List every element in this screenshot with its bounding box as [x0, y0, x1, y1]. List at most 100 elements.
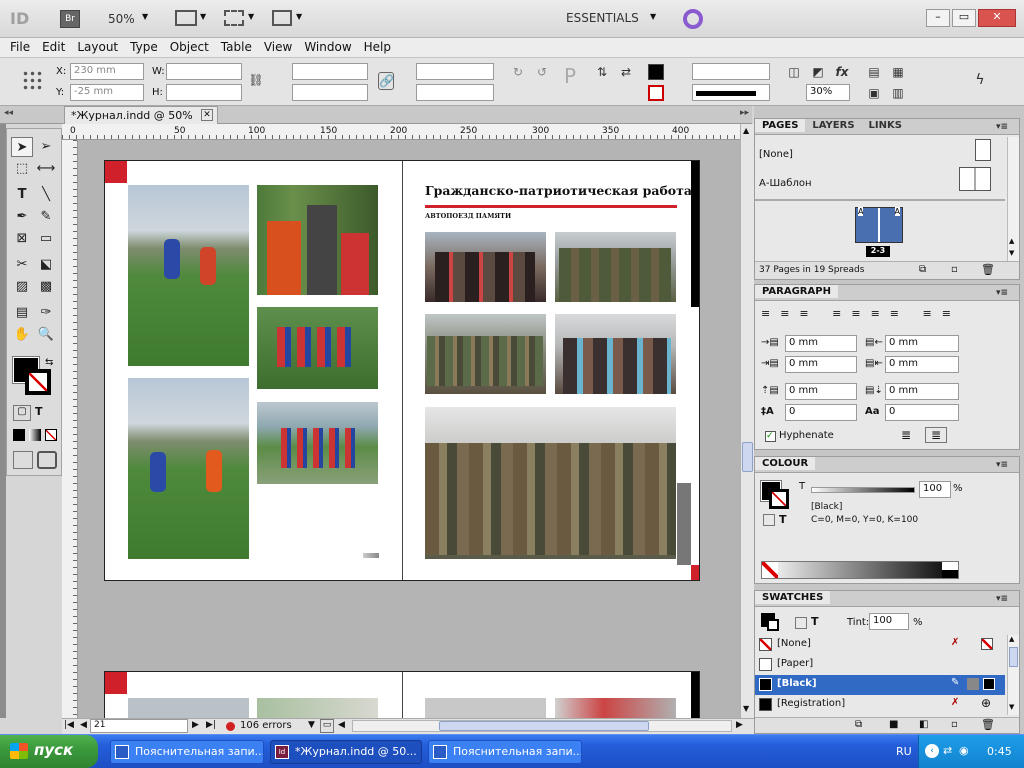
network-icon[interactable]: ⇄ [943, 744, 952, 757]
scroll-left-icon[interactable]: ◀ [338, 720, 345, 730]
tab-links[interactable]: LINKS [862, 119, 909, 132]
photo-football-1[interactable] [128, 185, 249, 366]
note-tool-icon[interactable]: ▤ [11, 303, 33, 323]
spread[interactable]: Гражданско-патриотическая работа АВТОПОЕ… [104, 160, 700, 581]
rotate-cw-icon[interactable]: ↻ [510, 64, 526, 80]
page-tool-icon[interactable]: ⬚ [11, 159, 33, 179]
bridge-button[interactable]: Br [60, 10, 80, 28]
scissors-tool-icon[interactable]: ✂ [11, 255, 33, 275]
eyedropper-tool-icon[interactable]: ✑ [35, 303, 57, 323]
scroll-up-icon[interactable]: ▲ [1009, 635, 1014, 643]
preview-mode-icon[interactable] [37, 451, 57, 469]
pen-tool-icon[interactable]: ✒ [11, 207, 33, 227]
security-icon[interactable]: ◉ [959, 744, 969, 757]
drop-shadow-icon[interactable]: ◫ [786, 64, 802, 80]
scroll-thumb[interactable] [742, 442, 753, 472]
chevron-down-icon[interactable]: ▼ [142, 12, 148, 21]
photo-crowd-2[interactable] [555, 314, 676, 394]
master-none[interactable]: [None] [759, 149, 793, 160]
photo-next-4[interactable] [555, 698, 676, 718]
colour-tint-field[interactable]: 100 [919, 481, 951, 498]
h-field[interactable] [166, 84, 242, 101]
zoom-level[interactable]: 50% [108, 12, 135, 26]
tab-colour[interactable]: COLOUR [755, 457, 816, 470]
w-field[interactable] [166, 63, 242, 80]
flip-horizontal-icon[interactable]: ⇅ [594, 64, 610, 80]
rotate-ccw-icon[interactable]: ↺ [534, 64, 550, 80]
drop-cap-chars-field[interactable]: 0 [885, 404, 959, 421]
open-folder-icon[interactable]: ▭ [320, 719, 334, 733]
left-indent-field[interactable]: 0 mm [785, 335, 857, 352]
scroll-down-icon[interactable]: ▼ [1009, 703, 1014, 711]
swatch-row-registration[interactable]: [Registration] ✗ ⊕ [755, 695, 1005, 715]
no-baseline-grid-icon[interactable]: ≣ [901, 428, 911, 442]
formatting-container-icon[interactable]: ▢ [13, 405, 31, 421]
new-swatch-icon[interactable]: ▫ [951, 719, 958, 730]
menu-type[interactable]: Type [124, 38, 164, 56]
clock[interactable]: 0:45 [987, 745, 1012, 758]
p-icon[interactable]: P [558, 66, 582, 92]
photo-football-2[interactable] [128, 378, 249, 559]
workspace-switcher[interactable]: ESSENTIALS [566, 11, 639, 25]
alignment-buttons[interactable]: ≡≡≡ ≡≡≡≡ ≡≡ [761, 307, 981, 323]
colour-stroke-box[interactable] [769, 489, 789, 509]
x-field[interactable]: 230 mm [70, 63, 144, 80]
tray-expand-icon[interactable]: ‹ [925, 744, 939, 758]
scroll-right-icon[interactable]: ▶ [736, 720, 743, 730]
last-line-indent-field[interactable]: 0 mm [885, 356, 959, 373]
view-options-icon[interactable] [175, 10, 197, 26]
menu-window[interactable]: Window [298, 38, 357, 56]
photo-next-1[interactable] [128, 698, 249, 718]
first-page-icon[interactable]: |◀ [64, 720, 74, 730]
new-page-icon[interactable]: ▫ [951, 264, 958, 275]
flip-vertical-icon[interactable]: ⇄ [618, 64, 634, 80]
restore-button[interactable]: ▭ [952, 9, 976, 27]
language-indicator[interactable]: RU [896, 745, 912, 758]
constrain-proportions-icon[interactable]: ⛓ [248, 72, 264, 88]
gradient-tool-icon[interactable]: ▨ [11, 277, 33, 297]
menu-view[interactable]: View [258, 38, 298, 56]
rectangle-frame-tool-icon[interactable]: ⊠ [11, 229, 33, 249]
text-wrap-icon[interactable]: ▤ [866, 64, 882, 80]
article-subheading[interactable]: АВТОПОЕЗД ПАМЯТИ [425, 212, 511, 220]
stroke-swatch[interactable] [648, 85, 664, 101]
last-page-icon[interactable]: ▶| [206, 720, 216, 730]
minimize-button[interactable]: – [926, 9, 950, 27]
effects-icon[interactable]: fx [834, 64, 850, 80]
chevron-down-icon[interactable]: ▼ [308, 720, 315, 730]
reference-point-icon[interactable] [22, 70, 44, 92]
tab-pages[interactable]: PAGES [755, 119, 806, 132]
hand-tool-icon[interactable]: ✋ [11, 325, 33, 345]
panel-menu-icon[interactable]: ▾≡ [989, 459, 1015, 471]
photo-megaphone[interactable] [555, 232, 676, 302]
direct-selection-tool-icon[interactable]: ➢ [35, 137, 57, 157]
page-field[interactable]: 21 [90, 719, 188, 733]
menu-edit[interactable]: Edit [36, 38, 71, 56]
chevron-down-icon[interactable]: ▼ [200, 12, 206, 21]
scroll-down-icon[interactable]: ▼ [743, 704, 749, 713]
screen-mode-icon[interactable] [224, 10, 244, 26]
fit-frame-icon[interactable]: ▣ [866, 85, 882, 101]
y-field[interactable]: -25 mm [70, 84, 144, 101]
task-word-1[interactable]: Пояснительная запи... [110, 740, 264, 764]
swatch-stroke-box[interactable] [767, 619, 779, 631]
stroke-weight-field[interactable] [692, 63, 770, 80]
photo-crowd-1[interactable] [425, 232, 546, 302]
space-after-field[interactable]: 0 mm [885, 383, 959, 400]
drop-cap-lines-field[interactable]: 0 [785, 404, 857, 421]
gradient-feather-tool-icon[interactable]: ▩ [35, 277, 57, 297]
stroke-type-field[interactable] [692, 84, 770, 101]
swatch-tint-field[interactable]: 100 [869, 613, 909, 630]
photo-next-3[interactable] [425, 698, 546, 718]
free-transform-tool-icon[interactable]: ⬕ [35, 255, 57, 275]
chevron-down-icon[interactable]: ▼ [650, 12, 656, 21]
right-indent-field[interactable]: 0 mm [885, 335, 959, 352]
hyphenate-checkbox[interactable]: ✓ [765, 431, 776, 442]
swatch-row-black[interactable]: [Black] ✎ [755, 675, 1005, 695]
swatch-row-none[interactable]: [None] ✗ [755, 635, 1005, 655]
space-before-field[interactable]: 0 mm [785, 383, 857, 400]
photo-reenactors-1[interactable] [425, 314, 546, 394]
master-a[interactable]: А-Шаблон [759, 178, 812, 189]
none-master-thumb[interactable] [975, 139, 991, 161]
swatches-scrollbar[interactable]: ▲ ▼ [1007, 635, 1019, 715]
